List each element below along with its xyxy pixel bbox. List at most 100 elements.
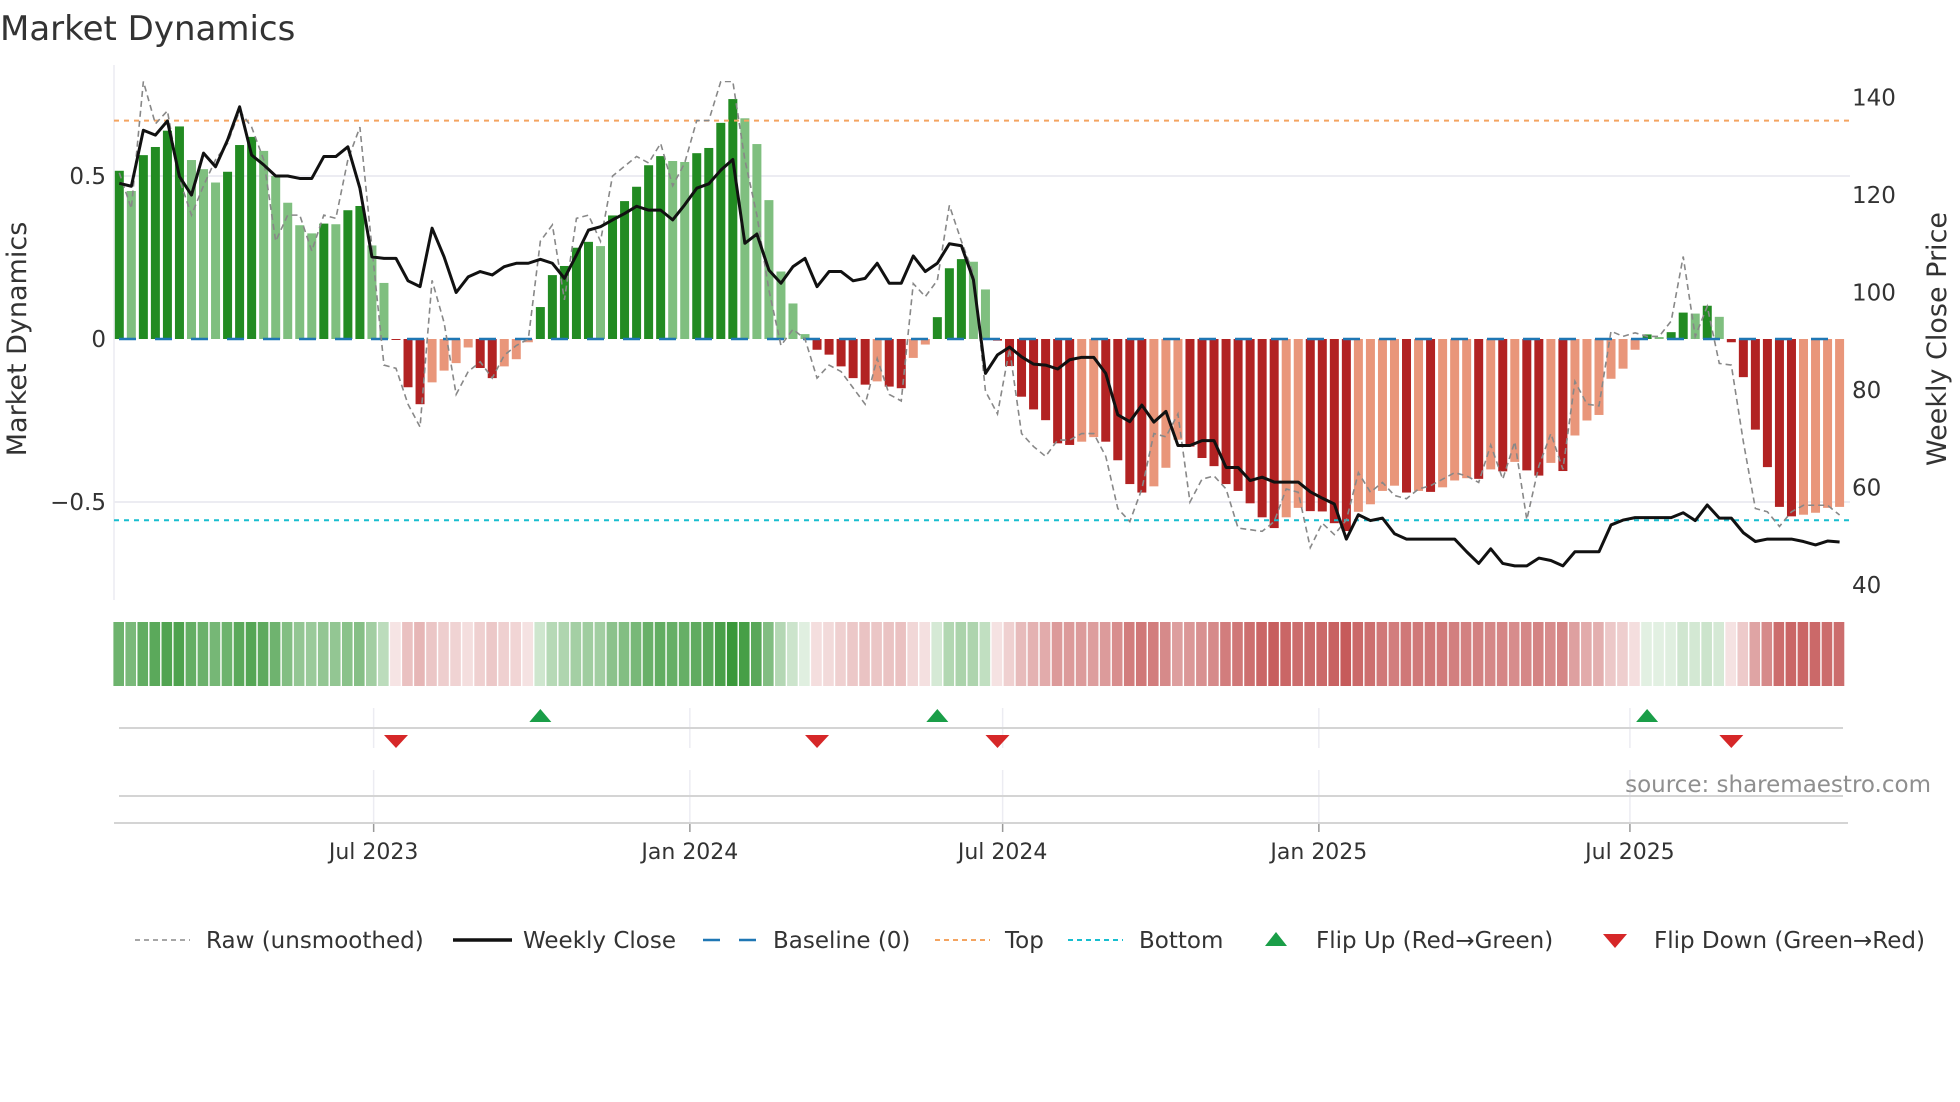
momentum-bar	[1726, 339, 1736, 343]
heatmap-cell	[510, 622, 521, 686]
x-tick-label: Jul 2023	[327, 840, 419, 865]
heatmap-cell	[1581, 622, 1592, 686]
momentum-bar	[1570, 339, 1580, 436]
heatmap-cell	[173, 622, 185, 686]
momentum-bar	[1137, 339, 1147, 493]
x-tick-label: Jan 2025	[1268, 840, 1367, 865]
heatmap-cell	[1484, 622, 1496, 686]
momentum-bar	[547, 275, 557, 339]
momentum-bar	[1317, 339, 1327, 512]
heatmap-cell	[486, 622, 497, 686]
heatmap-cell	[1015, 622, 1027, 686]
legend-label: Baseline (0)	[773, 928, 910, 954]
heatmap-cell	[161, 622, 173, 686]
heatmap-cell	[1593, 622, 1604, 686]
momentum-bar	[1750, 339, 1760, 430]
heatmap-cell	[1256, 622, 1267, 686]
heatmap-cell	[438, 622, 449, 686]
legend-label: Top	[1004, 928, 1044, 954]
heatmap-cell	[1304, 622, 1315, 686]
heatmap-cell	[281, 622, 293, 686]
momentum-bar	[1835, 339, 1845, 507]
heatmap-cell	[149, 622, 161, 686]
heatmap-cell	[1196, 622, 1207, 686]
momentum-bar	[427, 339, 437, 383]
y2-tick-label: 120	[1852, 183, 1896, 209]
heatmap-cell	[787, 622, 798, 686]
momentum-bar	[944, 268, 954, 339]
momentum-bar	[1714, 316, 1724, 339]
momentum-bar	[223, 171, 233, 339]
heatmap-cell	[1400, 622, 1412, 686]
heatmap-cell	[426, 622, 437, 686]
momentum-bar	[1462, 339, 1472, 479]
market-dynamics-chart: Market Dynamics Market Dynamics Weekly C…	[0, 9, 1953, 954]
momentum-bar	[1438, 339, 1448, 488]
momentum-bar	[1498, 339, 1508, 472]
momentum-bar	[1101, 339, 1111, 442]
heatmap-cell	[1087, 622, 1099, 686]
momentum-bar	[1041, 339, 1051, 421]
heatmap-cell	[1388, 622, 1400, 686]
heatmap-cell	[702, 622, 714, 686]
heatmap-cell	[799, 622, 810, 686]
heatmap-cell	[209, 622, 221, 686]
momentum-bar	[355, 205, 365, 339]
momentum-bar	[1089, 339, 1099, 438]
heatmap-cell	[1689, 622, 1700, 686]
momentum-bar	[716, 122, 726, 339]
momentum-bar	[884, 339, 894, 387]
heatmap-cell	[991, 622, 1003, 686]
heatmap-cell	[1532, 622, 1544, 686]
heatmap-cell	[1364, 622, 1376, 686]
y2-tick-label: 40	[1852, 573, 1881, 599]
heatmap-cell	[221, 622, 233, 686]
heatmap-cell	[1761, 622, 1773, 686]
heatmap-cell	[1677, 622, 1688, 686]
momentum-bar	[1017, 339, 1027, 397]
heatmap-cell	[317, 622, 329, 686]
heatmap-cell	[1003, 622, 1015, 686]
heatmap-cell	[654, 622, 666, 686]
heatmap-cell	[354, 622, 365, 686]
flip-down-marker	[383, 735, 408, 748]
momentum-bar	[403, 339, 413, 388]
legend-flip-down-icon	[1603, 934, 1627, 948]
heatmap-cell	[1773, 622, 1785, 686]
flip-down-marker	[1719, 735, 1744, 748]
heatmap-cell	[137, 622, 149, 686]
heatmap-cell	[943, 622, 955, 686]
momentum-bar	[692, 153, 702, 339]
momentum-bar	[451, 339, 461, 364]
heatmap-cell	[341, 622, 353, 686]
momentum-bar	[848, 339, 858, 379]
heatmap-cell	[366, 622, 377, 686]
momentum-bar	[138, 155, 148, 339]
y-axis-title: Market Dynamics	[2, 222, 33, 457]
y2-tick-label: 140	[1852, 86, 1896, 112]
heatmap-cell	[907, 622, 918, 686]
heatmap-cell	[847, 622, 858, 686]
momentum-bar	[1125, 339, 1135, 485]
heatmap-cell	[1809, 622, 1821, 686]
heatmap-cell	[1785, 622, 1797, 686]
raw-line	[118, 81, 1841, 551]
heatmap-cell	[1569, 622, 1580, 686]
legend: Raw (unsmoothed) Weekly Close Baseline (0)…	[135, 928, 1925, 954]
momentum-bar	[1618, 339, 1628, 369]
heatmap-cell	[1544, 622, 1556, 686]
heatmap-cell	[1340, 622, 1352, 686]
y-tick-label: −0.5	[50, 490, 106, 516]
legend-label: Flip Down (Green→Red)	[1654, 928, 1925, 954]
y2-tick-label: 80	[1852, 378, 1881, 404]
momentum-bar	[1510, 339, 1520, 462]
momentum-bar	[162, 130, 172, 339]
heatmap-cell	[1280, 622, 1291, 686]
momentum-bar	[596, 246, 605, 339]
heatmap-cell	[666, 622, 678, 686]
heatmap-cell	[197, 622, 209, 686]
momentum-bar	[1161, 339, 1171, 468]
heatmap-cell	[859, 622, 870, 686]
heatmap-cell	[1749, 622, 1761, 686]
momentum-bar	[1534, 339, 1544, 476]
